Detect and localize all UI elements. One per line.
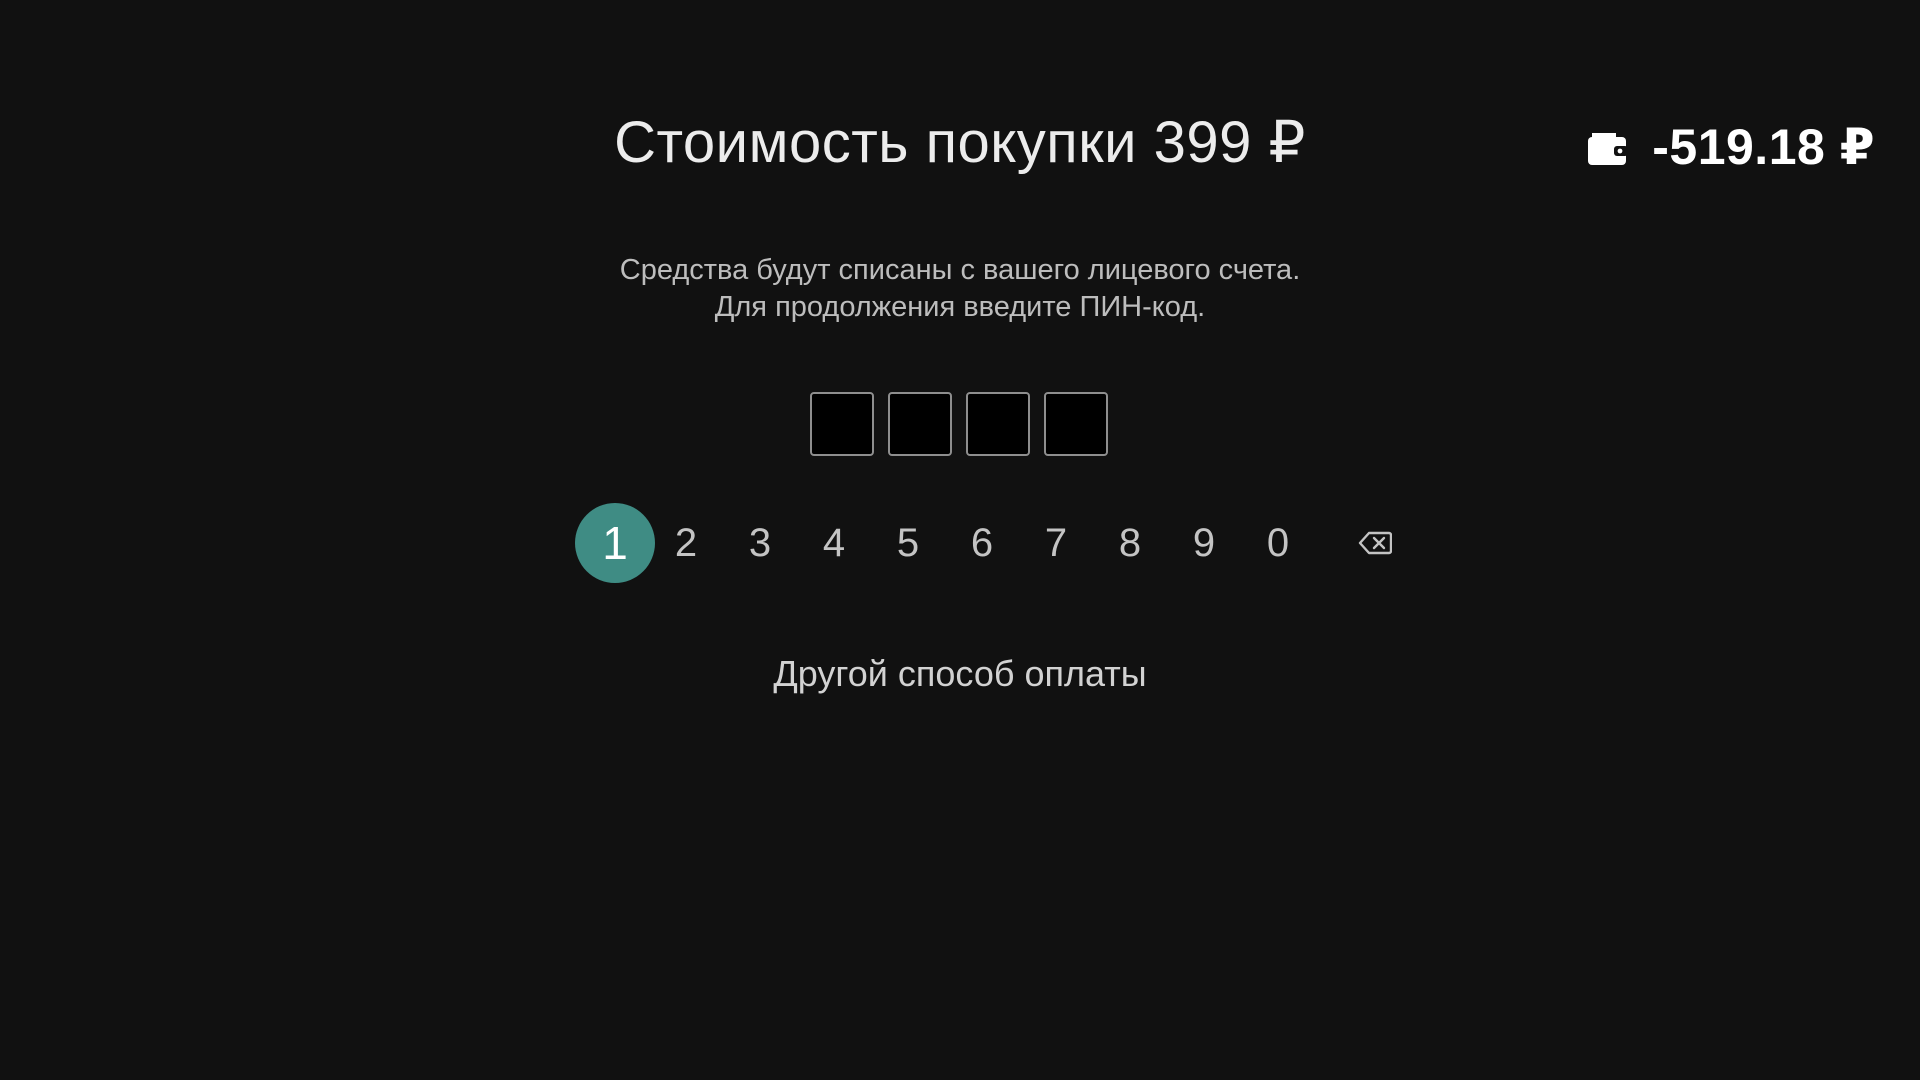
description-line-2: Для продолжения введите ПИН-код.: [714, 291, 1206, 323]
key-4[interactable]: 4: [797, 503, 871, 583]
account-balance: -519.18 ₽: [1586, 118, 1875, 176]
key-2[interactable]: 2: [649, 503, 723, 583]
key-0[interactable]: 0: [1241, 503, 1315, 583]
digit-keypad: 1 2 3 4 5 6 7 8 9 0: [575, 503, 1415, 583]
key-5[interactable]: 5: [871, 503, 945, 583]
key-8[interactable]: 8: [1093, 503, 1167, 583]
key-1[interactable]: 1: [575, 503, 655, 583]
backspace-button[interactable]: [1335, 503, 1415, 583]
pin-digit-3: [966, 392, 1030, 456]
purchase-pin-screen: Стоимость покупки 399 ₽ -519.18 ₽ Средст…: [0, 0, 1920, 1080]
description-line-1: Средства будут списаны с вашего лицевого…: [619, 254, 1301, 286]
pin-digit-2: [888, 392, 952, 456]
key-7[interactable]: 7: [1019, 503, 1093, 583]
key-3[interactable]: 3: [723, 503, 797, 583]
key-9[interactable]: 9: [1167, 503, 1241, 583]
key-6[interactable]: 6: [945, 503, 1019, 583]
pin-digit-4: [1044, 392, 1108, 456]
pin-input[interactable]: [810, 392, 1108, 456]
payment-description: Средства будут списаны с вашего лицевого…: [0, 252, 1920, 326]
other-payment-method-container: Другой способ оплаты: [0, 653, 1920, 695]
other-payment-method-button[interactable]: Другой способ оплаты: [773, 653, 1146, 694]
backspace-icon: [1358, 531, 1392, 555]
pin-digit-1: [810, 392, 874, 456]
wallet-icon: [1588, 133, 1629, 165]
balance-value: -519.18 ₽: [1652, 119, 1875, 175]
